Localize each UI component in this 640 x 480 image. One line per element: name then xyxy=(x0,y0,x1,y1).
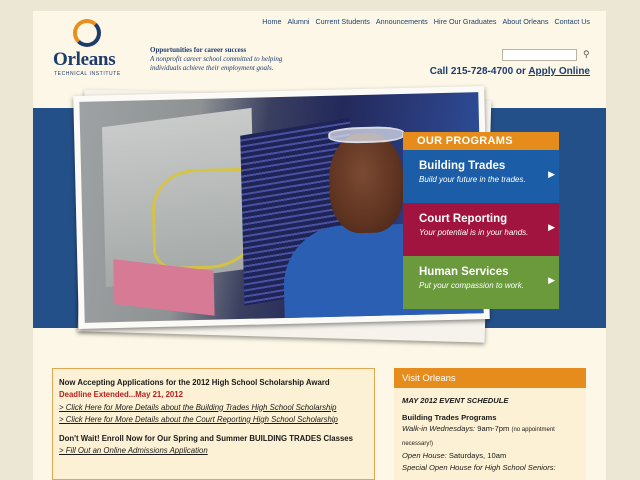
nav-home[interactable]: Home xyxy=(262,17,281,26)
program-desc: Put your compassion to work. xyxy=(419,281,524,290)
search-input[interactable] xyxy=(502,49,577,61)
logo-name: Orleans xyxy=(53,49,116,70)
tagline-line2: individuals achieve their employment goa… xyxy=(150,64,274,72)
student-head xyxy=(328,132,405,234)
program-title: Building Trades xyxy=(419,160,506,172)
programs-heading: OUR PROGRAMS xyxy=(403,132,559,150)
search-icon[interactable]: ⚲ xyxy=(583,49,590,60)
openhouse-label: Open House: xyxy=(402,451,447,460)
play-arrow-icon: ▶ xyxy=(548,222,555,232)
logo-circle-icon xyxy=(73,19,101,47)
program-name: Building Trades Programs xyxy=(402,412,497,422)
admissions-application-link[interactable]: > Fill Out an Online Admissions Applicat… xyxy=(59,445,368,457)
nav-hire-our-graduates[interactable]: Hire Our Graduates xyxy=(434,17,497,26)
tagline-line1: A nonprofit career school committed to h… xyxy=(150,55,283,63)
tagline-headline: Opportunities for career success xyxy=(150,46,247,54)
walkin-label: Walk-in Wednesdays: xyxy=(402,424,476,433)
building-trades-scholarship-link[interactable]: > Click Here for More Details about the … xyxy=(59,402,368,414)
contact-line: Call 215-728-4700 or Apply Online xyxy=(430,66,590,77)
court-reporting-scholarship-link[interactable]: > Click Here for More Details about the … xyxy=(59,414,368,426)
program-title: Court Reporting xyxy=(419,213,508,225)
top-navigation: Home Alumni Current Students Announcemen… xyxy=(262,17,590,26)
openhouse-line: Open House: Saturdays, 10am xyxy=(402,450,586,462)
nav-about-orleans[interactable]: About Orleans xyxy=(502,17,548,26)
programs-panel: OUR PROGRAMS Building Trades Build your … xyxy=(403,132,559,309)
nav-announcements[interactable]: Announcements xyxy=(376,17,428,26)
scholarship-headline: Now Accepting Applications for the 2012 … xyxy=(59,378,330,387)
program-desc: Your potential is in your hands. xyxy=(419,228,529,237)
nav-contact-us[interactable]: Contact Us xyxy=(554,17,590,26)
deadline-text: Deadline Extended...May 21, 2012 xyxy=(59,390,183,400)
walkin-line: Walk-in Wednesdays: 9am-7pm (no appointm… xyxy=(402,423,586,450)
logo-subtitle: TECHNICAL INSTITUTE xyxy=(54,71,121,77)
page: Home Alumni Current Students Announcemen… xyxy=(33,11,606,480)
program-court-reporting[interactable]: Court Reporting Your potential is in you… xyxy=(403,203,559,256)
tagline: Opportunities for career success A nonpr… xyxy=(150,46,282,73)
visit-heading: Visit Orleans xyxy=(394,368,586,388)
announcements-box: Now Accepting Applications for the 2012 … xyxy=(52,368,375,480)
nav-alumni[interactable]: Alumni xyxy=(287,17,309,26)
play-arrow-icon: ▶ xyxy=(548,169,555,179)
apply-online-link[interactable]: Apply Online xyxy=(528,66,590,77)
call-text: Call 215-728-4700 or xyxy=(429,66,529,77)
visit-box: Visit Orleans MAY 2012 EVENT SCHEDULE Bu… xyxy=(394,368,586,480)
nav-current-students[interactable]: Current Students xyxy=(315,17,369,26)
visit-body: MAY 2012 EVENT SCHEDULE Building Trades … xyxy=(394,388,586,473)
special-openhouse: Special Open House for High School Senio… xyxy=(402,462,556,472)
program-desc: Build your future in the trades. xyxy=(419,175,526,184)
program-building-trades[interactable]: Building Trades Build your future in the… xyxy=(403,150,559,203)
enroll-headline: Don't Wait! Enroll Now for Our Spring an… xyxy=(59,434,353,444)
program-title: Human Services xyxy=(419,266,509,278)
walkin-time: 9am-7pm xyxy=(475,424,512,433)
openhouse-time: Saturdays, 10am xyxy=(446,451,507,460)
play-arrow-icon: ▶ xyxy=(548,275,555,285)
program-human-services[interactable]: Human Services Put your compassion to wo… xyxy=(403,256,559,309)
safety-goggles xyxy=(328,125,405,144)
schedule-title: MAY 2012 EVENT SCHEDULE xyxy=(402,396,509,405)
